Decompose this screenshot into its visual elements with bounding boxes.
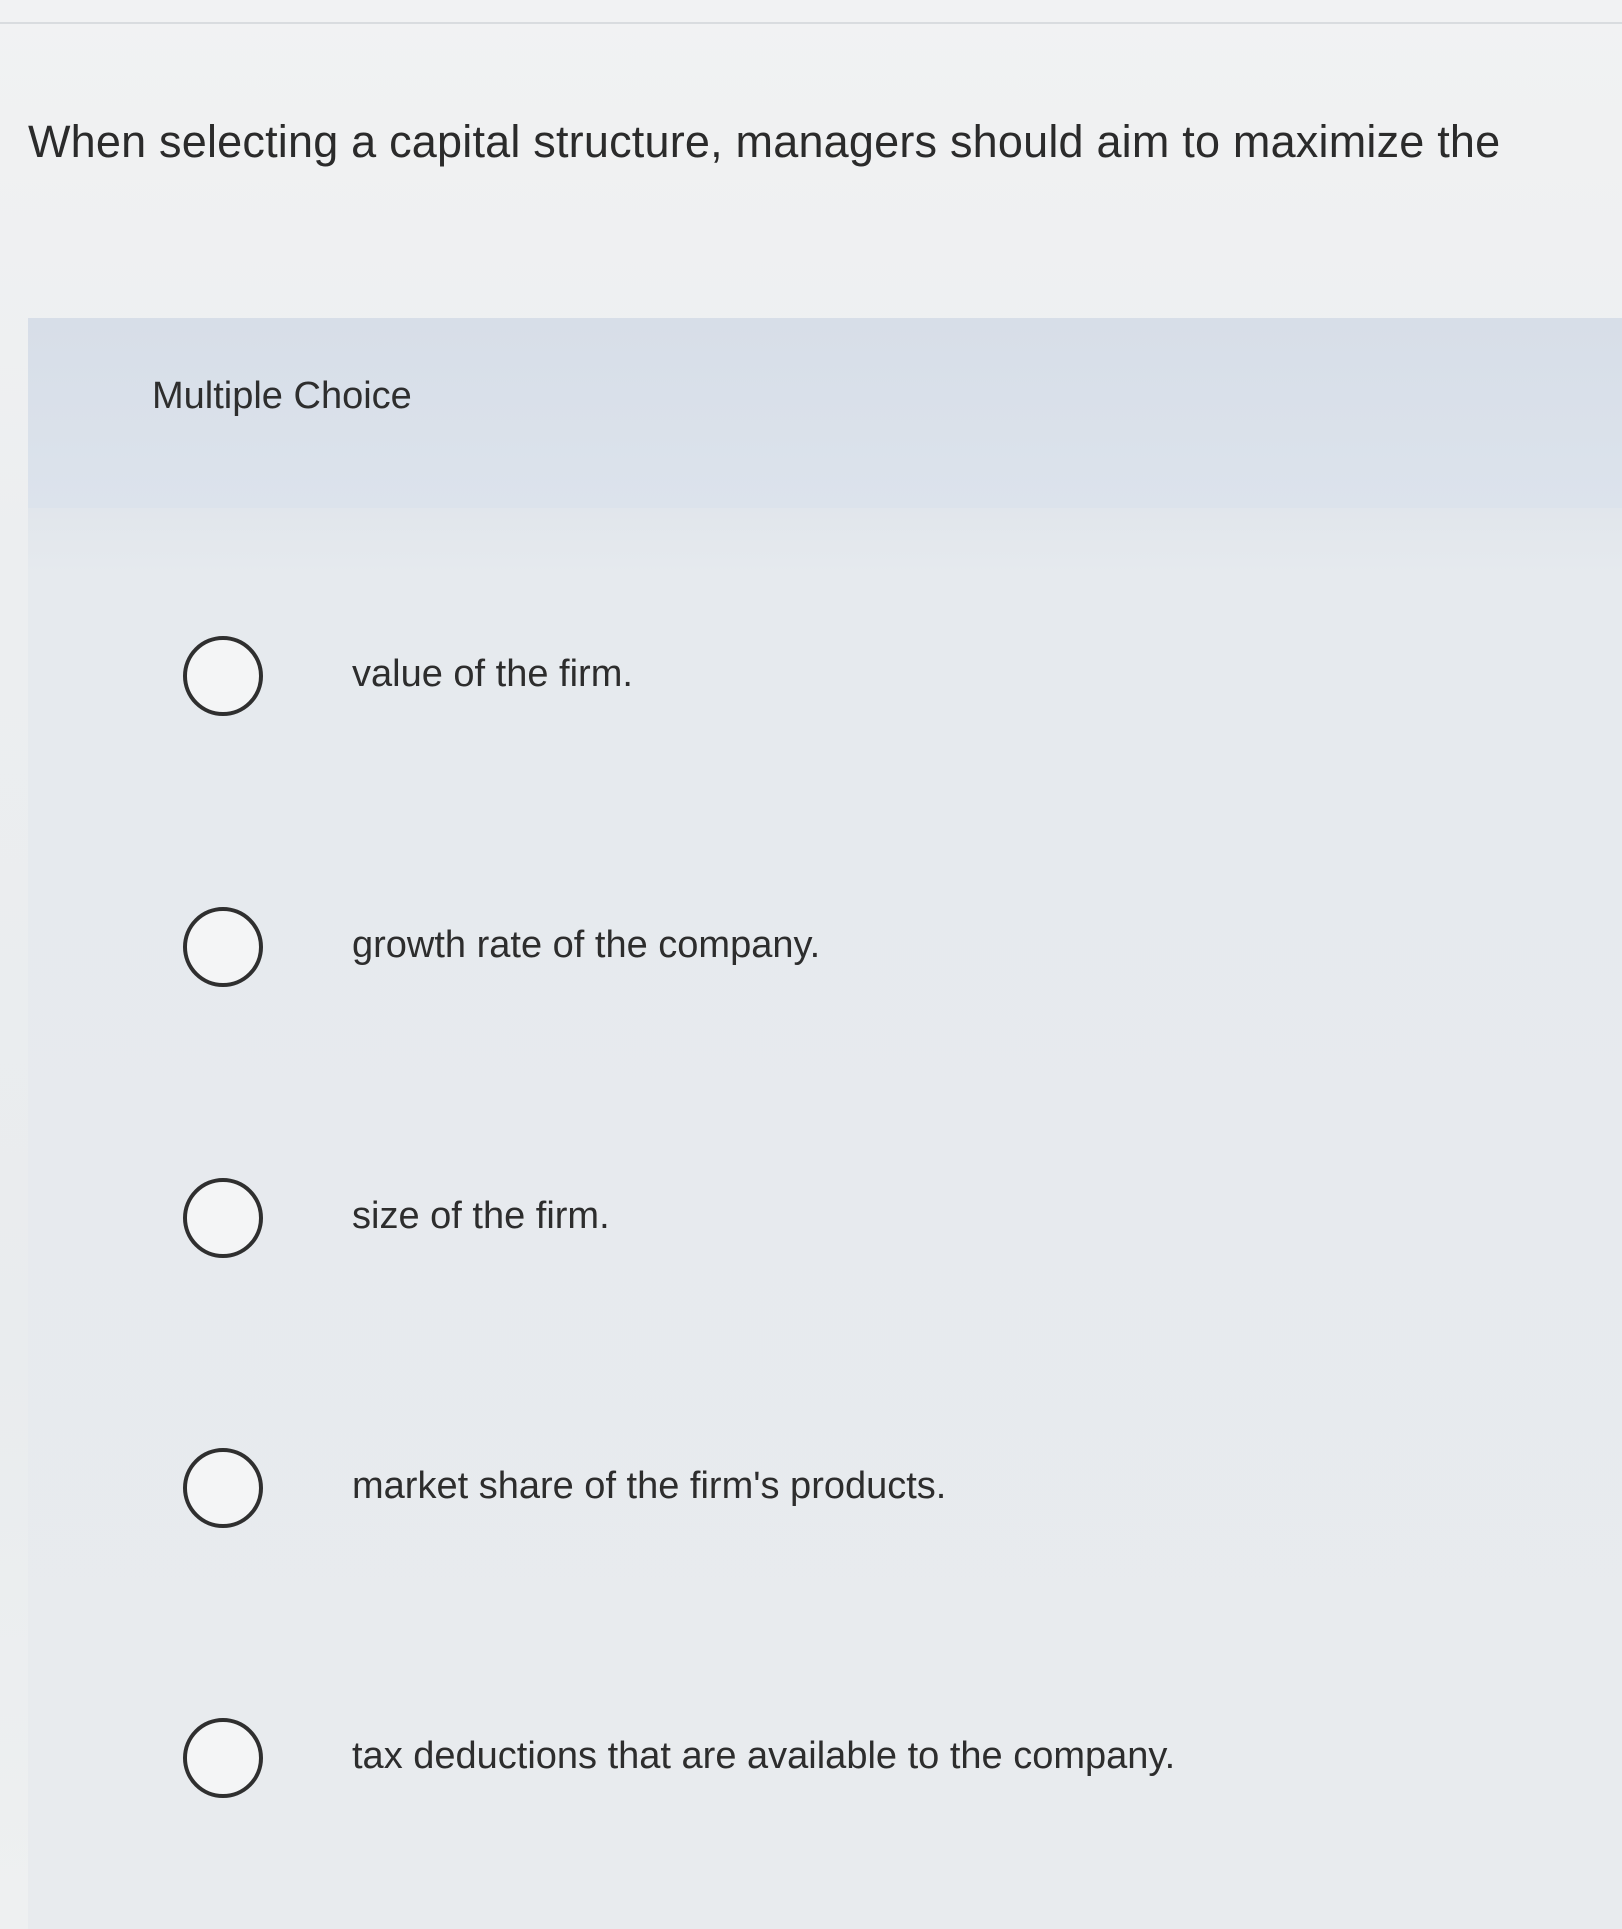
multiple-choice-label: Multiple Choice <box>152 375 412 417</box>
multiple-choice-header: Multiple Choice <box>28 318 1622 508</box>
answer-option-1[interactable]: value of the firm. <box>28 618 1622 738</box>
multiple-choice-panel: Multiple Choice value of the firm. growt… <box>28 318 1622 1929</box>
quiz-page: When selecting a capital structure, mana… <box>0 0 1622 1929</box>
answer-option-label[interactable]: market share of the firm's products. <box>352 1461 946 1511</box>
radio-button-icon[interactable] <box>183 1178 263 1258</box>
answer-option-label[interactable]: value of the firm. <box>352 649 633 699</box>
radio-button-icon[interactable] <box>183 907 263 987</box>
top-divider <box>0 22 1622 24</box>
answer-option-label[interactable]: growth rate of the company. <box>352 920 820 970</box>
answer-option-5[interactable]: tax deductions that are available to the… <box>28 1700 1622 1820</box>
answer-option-4[interactable]: market share of the firm's products. <box>28 1430 1622 1550</box>
question-text: When selecting a capital structure, mana… <box>28 116 1501 167</box>
answer-option-label[interactable]: tax deductions that are available to the… <box>352 1731 1175 1781</box>
answer-option-2[interactable]: growth rate of the company. <box>28 889 1622 1009</box>
radio-button-icon[interactable] <box>183 636 263 716</box>
answer-option-3[interactable]: size of the firm. <box>28 1160 1622 1280</box>
radio-button-icon[interactable] <box>183 1718 263 1798</box>
radio-button-icon[interactable] <box>183 1448 263 1528</box>
answer-option-label[interactable]: size of the firm. <box>352 1191 610 1241</box>
